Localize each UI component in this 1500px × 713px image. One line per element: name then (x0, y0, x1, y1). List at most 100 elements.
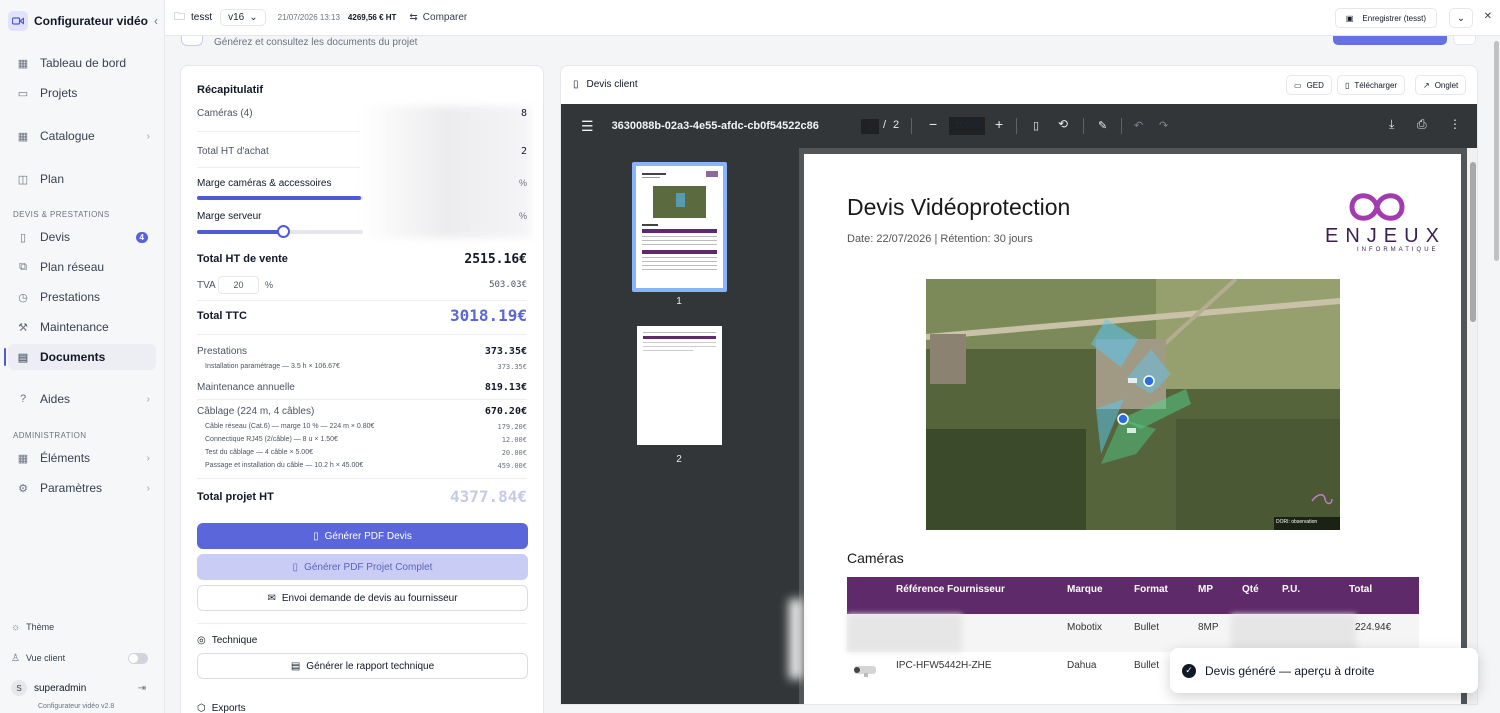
sidebar-item-label: Aides (40, 392, 71, 406)
close-icon[interactable]: ✕ (1484, 11, 1492, 22)
pdf-scrollbar[interactable] (1467, 148, 1477, 704)
total-projet-value: 4377.84€ (449, 487, 527, 506)
sidebar-item-devis[interactable]: ▯ Devis 4 (8, 224, 156, 250)
column-header: Total (1349, 584, 1373, 595)
client-view-label: Vue client (25, 653, 66, 663)
undo-icon[interactable]: ↶ (1134, 119, 1143, 132)
marge-cameras-value: % (518, 178, 527, 188)
divider (197, 399, 527, 400)
sidebar-item-maintenance[interactable]: ⚒ Maintenance (8, 314, 156, 340)
total-achat-value: 2 (520, 146, 527, 157)
page-scrollbar[interactable] (1493, 36, 1500, 713)
client-view-toggle[interactable] (128, 652, 148, 664)
logout-icon[interactable]: ⇥ (138, 683, 146, 694)
sidebar-item-catalogue[interactable]: ▦ Catalogue › (8, 123, 156, 149)
generate-pdf-devis-button[interactable]: ▯ Générer PDF Devis (197, 523, 528, 549)
open-tab-button[interactable]: ↗ Onglet (1415, 75, 1467, 95)
theme-toggle[interactable]: ☼ Thème (8, 616, 156, 638)
thumbnail-label: 2 (676, 454, 682, 465)
sidebar-item-projets[interactable]: ▭ Projets (8, 80, 156, 106)
scrollbar-thumb[interactable] (1494, 41, 1499, 261)
divider (1121, 118, 1122, 134)
prestations-value: 373.35€ (484, 346, 527, 357)
annotate-icon[interactable]: ✎ (1098, 119, 1107, 132)
sidebar-item-parametres[interactable]: ⚙ Paramètres › (8, 475, 156, 501)
pdf-toolbar: ☰ 3630088b-02a3-4e55-afdc-cb0f54522c86 (561, 104, 1477, 148)
page-number-input[interactable]: 1 (861, 119, 879, 134)
table-cell: Mobotix (1067, 622, 1103, 633)
sidebar-item-prestations[interactable]: ◷ Prestations (8, 284, 156, 310)
column-header: Format (1134, 584, 1168, 595)
blurred-values (361, 106, 531, 238)
fit-page-icon[interactable]: ▯ (1033, 119, 1039, 132)
marge-serveur-slider[interactable] (197, 225, 363, 238)
more-icon[interactable]: ⋮ (1449, 117, 1461, 131)
send-supplier-request-button[interactable]: ✉ Envoi demande de devis au fournisseur (197, 585, 528, 611)
print-icon[interactable]: ⎙ (1417, 117, 1427, 132)
cable-line-label: Câble réseau (Cat.6) — marge 10 % — 224 … (205, 423, 375, 430)
installation-label: Installation paramétrage — 3.5 h × 106.6… (205, 363, 340, 370)
download-icon[interactable]: ⤓ (1389, 117, 1394, 132)
table-row: Mobotix Bullet 8MP 224.94€ (847, 614, 1419, 652)
devis-card-header: ▯ Devis client (573, 79, 638, 90)
menu-icon[interactable]: ☰ (581, 118, 594, 135)
wrench-icon: ⚒ (18, 321, 28, 334)
ged-button[interactable]: ▭ GED (1286, 75, 1332, 95)
tva-input[interactable]: 20 (218, 276, 259, 294)
sidebar-item-label: Catalogue (40, 129, 95, 143)
cable-line-value: 459.00€ (497, 462, 527, 470)
file-icon: ▯ (1345, 80, 1350, 90)
sidebar-item-label: Éléments (40, 451, 91, 465)
zoom-out-icon[interactable]: − (929, 116, 937, 132)
generate-technical-report-button[interactable]: ▤ Générer le rapport technique (197, 653, 528, 679)
sidebar-item-label: Projets (40, 86, 78, 100)
version-select[interactable]: v16 ⌄ (220, 9, 266, 26)
map-icon: ◫ (17, 173, 29, 186)
marge-serveur-value: % (518, 211, 527, 221)
app-title: Configurateur vidéo (34, 14, 149, 28)
sidebar-item-tableau-de-bord[interactable]: ▦ Tableau de bord (8, 50, 156, 76)
ttc-label: Total TTC (197, 310, 247, 322)
scrollbar-thumb[interactable] (1470, 162, 1476, 322)
page-thumbnail-2[interactable] (637, 326, 722, 445)
sidebar-item-plan[interactable]: ◫ Plan (8, 166, 156, 192)
page-thumbnail-1[interactable] (636, 166, 723, 288)
blurred-overlay (789, 599, 803, 679)
collapse-sidebar-icon[interactable]: ‹ (154, 14, 158, 28)
header-primary-button[interactable] (1333, 36, 1447, 45)
slider-handle[interactable] (277, 225, 291, 238)
sidebar-item-documents[interactable]: ▤ Documents (4, 344, 156, 370)
compare-button[interactable]: ⇆ Comparer (409, 12, 467, 23)
page-subtitle: Générez et consultez les documents du pr… (214, 37, 418, 48)
app-version: Configurateur vidéo v2.8 (38, 703, 115, 710)
file-icon: ▤ (290, 660, 301, 672)
generate-pdf-complet-button[interactable]: ▯ Générer PDF Projet Complet (197, 554, 528, 580)
user-row[interactable]: S superadmin ⇥ (8, 677, 156, 699)
installation-value: 373.35€ (497, 363, 527, 371)
zoom-in-icon[interactable]: + (995, 116, 1003, 132)
sidebar-item-label: Documents (40, 350, 106, 364)
recap-card: Récapitulatif Caméras (4) 8 Total HT d'a… (180, 65, 544, 713)
rotate-icon[interactable]: ⟲ (1058, 117, 1068, 131)
header-secondary-button[interactable] (1453, 36, 1476, 45)
chevron-right-icon: › (146, 130, 150, 142)
tva-amount: 503.03€ (489, 280, 527, 290)
sidebar-item-aides[interactable]: ? Aides › (8, 386, 156, 412)
column-header: P.U. (1282, 584, 1301, 595)
check-icon: ✓ (1182, 663, 1196, 678)
page-header-icon (181, 36, 203, 46)
download-button[interactable]: ▯ Télécharger (1337, 75, 1406, 95)
brand[interactable]: Configurateur vidéo ‹ (8, 8, 158, 34)
save-options-button[interactable]: ⌄ (1449, 8, 1473, 28)
save-label: Enregistrer (tesst) (1362, 13, 1426, 23)
marge-cameras-slider[interactable] (197, 196, 363, 200)
sidebar-item-plan-reseau[interactable]: ⧉ Plan réseau (8, 254, 156, 280)
sidebar-item-elements[interactable]: ▦ Éléments › (8, 445, 156, 471)
grid-icon: ▦ (17, 452, 29, 465)
grid-icon: ▦ (17, 57, 29, 70)
logo-subtext: INFORMATIQUE (1357, 247, 1439, 253)
save-button[interactable]: ▣ Enregistrer (tesst) (1334, 8, 1437, 28)
zoom-level[interactable]: 105% (949, 117, 985, 135)
redo-icon[interactable]: ↷ (1159, 119, 1168, 132)
document-title: Devis Vidéoprotection (847, 194, 1071, 220)
